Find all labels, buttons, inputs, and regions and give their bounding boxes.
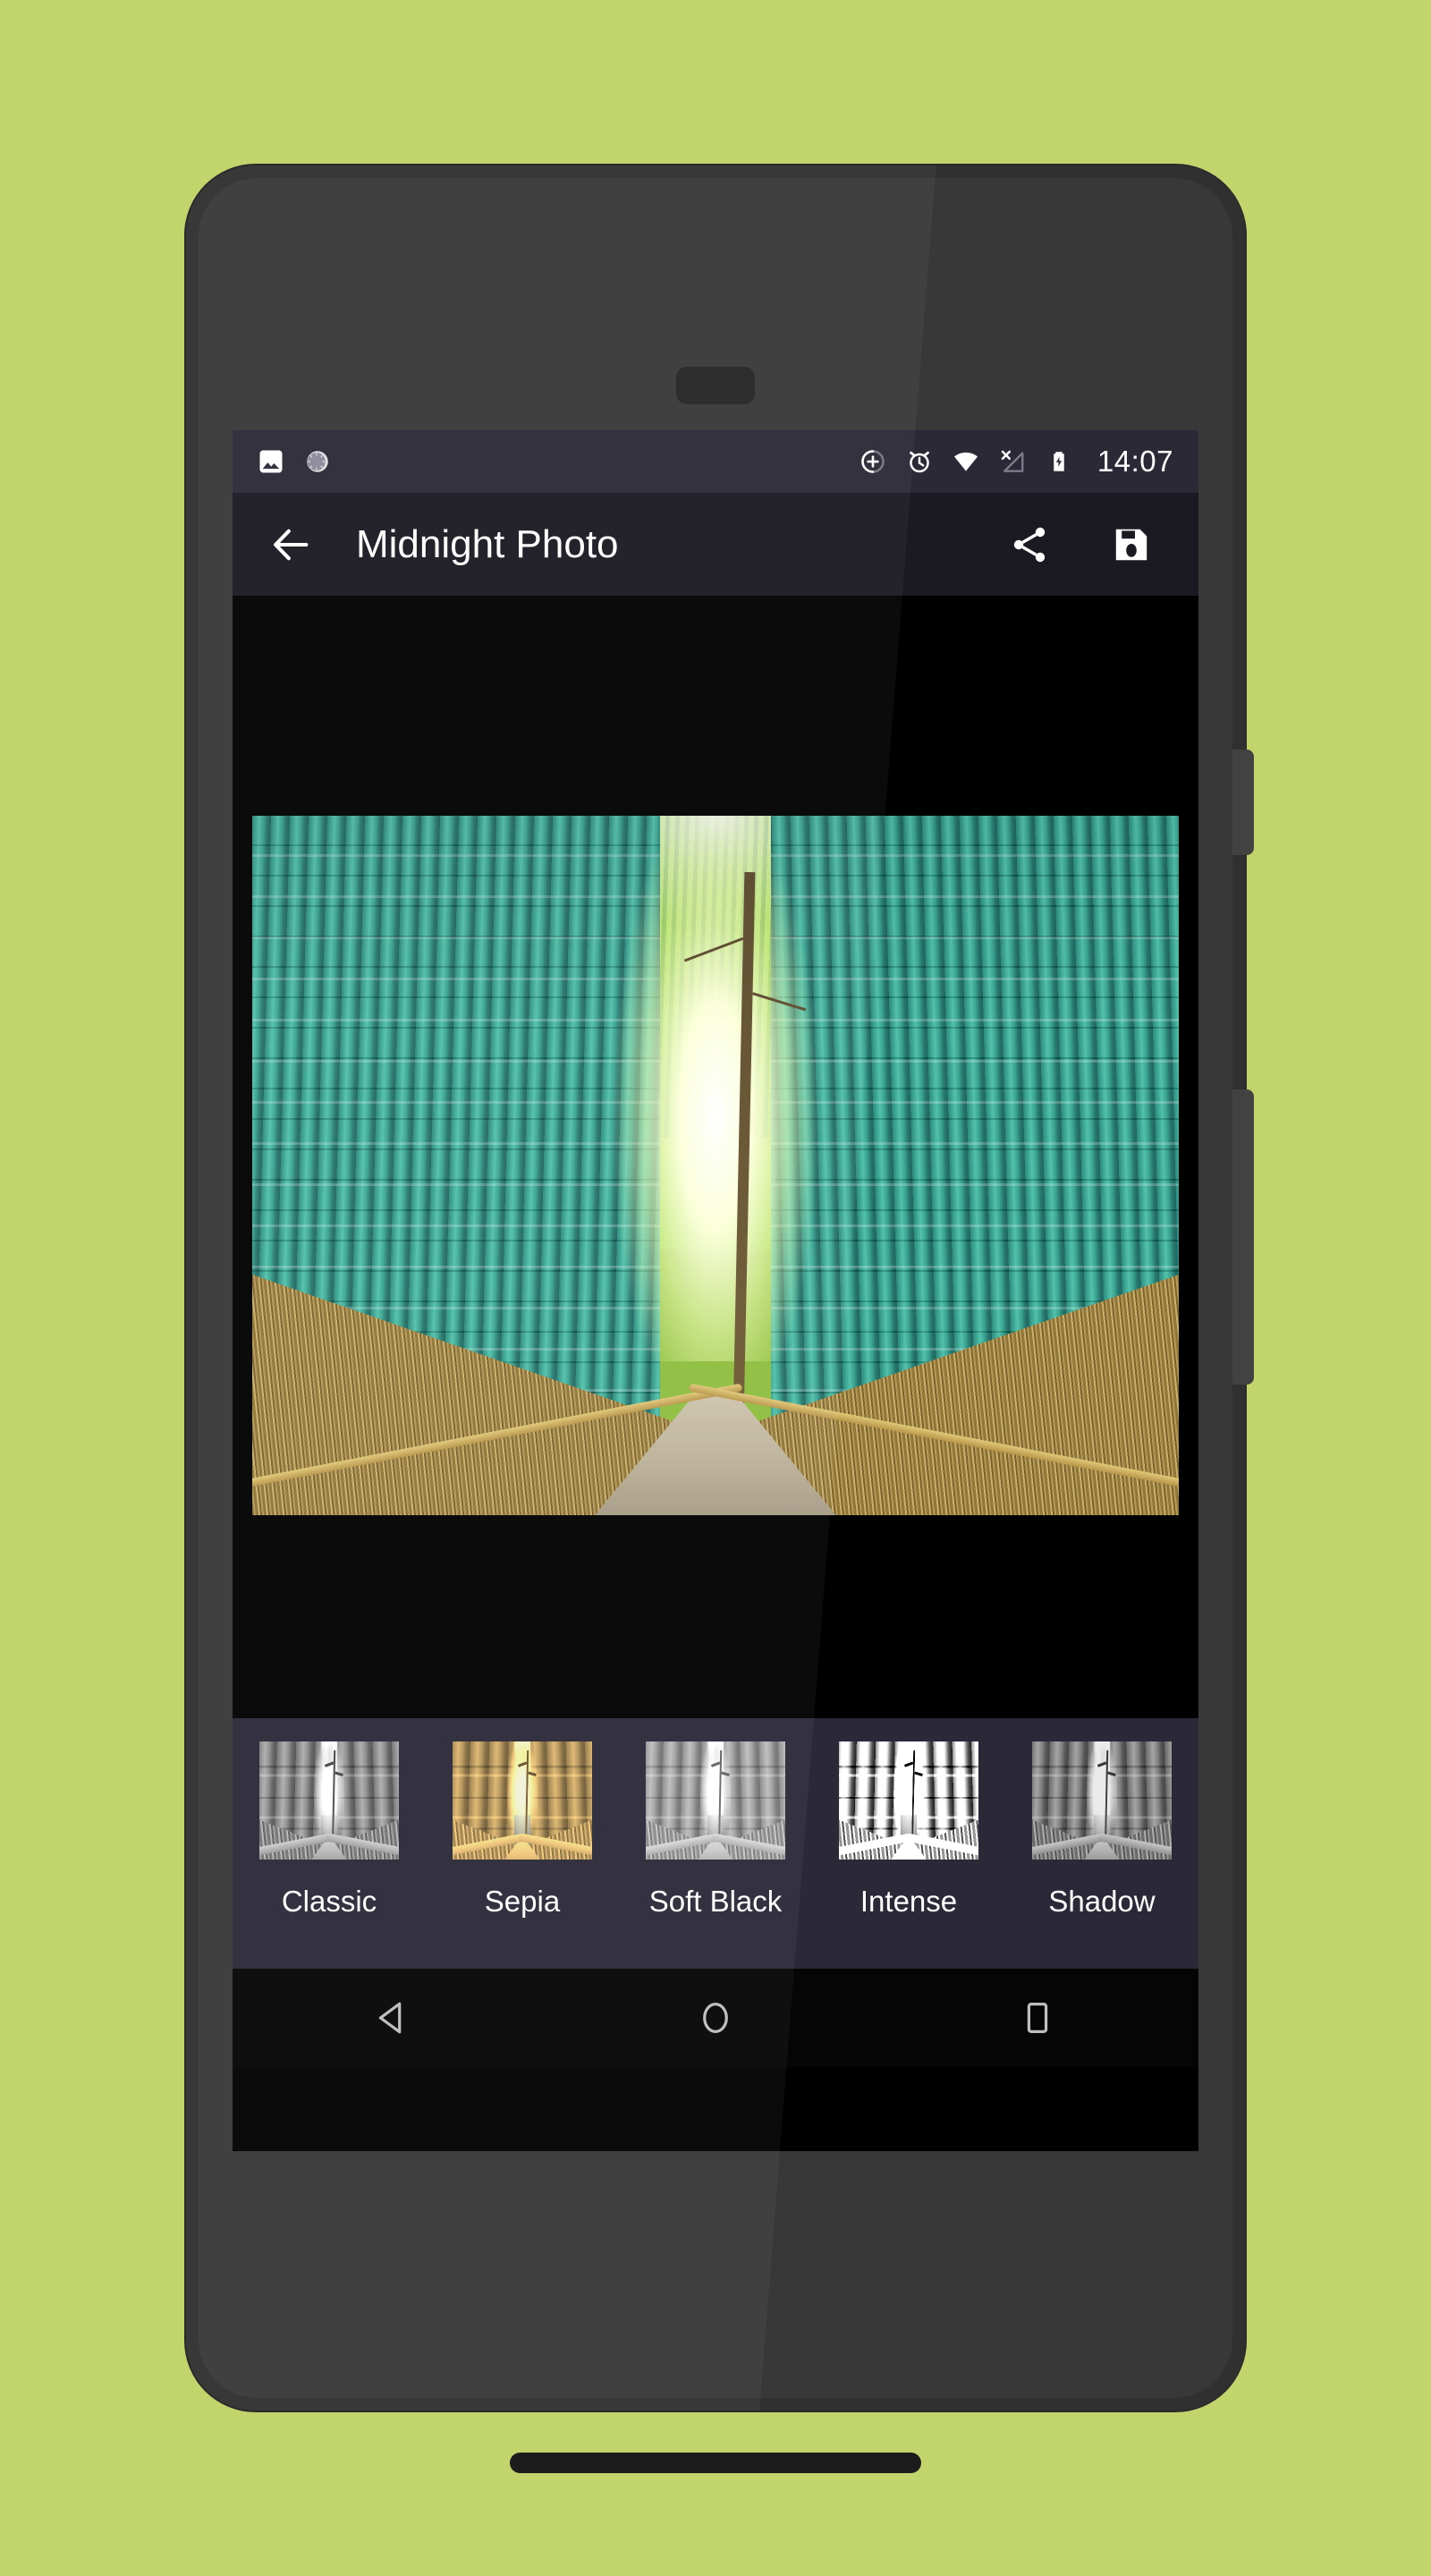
bamboo-forest-illustration [453,1741,592,1860]
add-circle-icon [859,448,886,475]
bamboo-forest-illustration [1032,1741,1172,1860]
filter-item-sepia[interactable]: Sepia [426,1718,619,1919]
app-bar: Midnight Photo [233,493,1198,596]
android-navigation-bar [233,1969,1198,2067]
status-bar: 14:07 [233,430,1198,493]
filter-item-intense[interactable]: Intense [812,1718,1005,1919]
app-bar-actions [1003,519,1168,571]
filter-label: Classic [281,1885,377,1918]
share-icon [1013,527,1046,562]
filter-item-classic[interactable]: Classic [233,1718,426,1919]
filter-label: Sepia [484,1885,561,1918]
filter-label: Shadow [1048,1885,1156,1918]
back-button[interactable] [263,517,318,572]
bottom-speaker [510,2453,921,2473]
share-button[interactable] [1003,519,1055,571]
filter-label: Intense [859,1885,958,1918]
page-title: Midnight Photo [356,521,619,566]
filter-thumbnail[interactable] [259,1741,399,1860]
status-bar-clock: 14:07 [1097,445,1173,478]
save-button[interactable] [1105,519,1157,571]
filter-thumbnail[interactable] [453,1741,592,1860]
triangle-back-icon [378,2002,402,2034]
square-recents-icon [1027,2003,1048,2033]
photo-icon [258,448,284,475]
battery-charging-icon [1046,448,1072,475]
volume-button[interactable] [1232,1089,1254,1385]
filter-thumbnail[interactable] [646,1741,785,1860]
save-floppy-icon [1115,529,1147,560]
photo-preview-canvas[interactable] [233,596,1198,1718]
alarm-clock-icon [906,448,933,475]
status-bar-right-icons: 14:07 [859,445,1173,479]
nav-back-button[interactable] [340,1987,447,2049]
filter-thumbnail[interactable] [839,1741,978,1860]
power-button[interactable] [1232,750,1254,855]
photo-letterbox [252,596,1179,1706]
no-signal-icon [999,448,1026,475]
phone-screen: 14:07 Midnight Photo Classic Sepia Soft … [233,430,1198,2151]
bamboo-forest-illustration [839,1741,978,1860]
status-bar-left-icons [258,448,331,475]
arrow-left-icon [274,529,309,560]
earpiece-notch [676,367,755,404]
filter-item-shadow[interactable]: Shadow [1005,1718,1198,1919]
bamboo-forest-illustration [252,816,1179,1515]
circle-home-icon [703,2003,728,2033]
sync-spinner-icon [304,448,331,475]
bamboo-forest-illustration [646,1741,785,1860]
nav-recents-button[interactable] [984,1987,1091,2049]
photo-image [252,816,1179,1515]
nav-home-button[interactable] [662,1987,769,2049]
filter-strip[interactable]: Classic Sepia Soft Black Intense Shadow [233,1718,1198,1969]
filter-item-soft-black[interactable]: Soft Black [619,1718,812,1919]
filter-thumbnail[interactable] [1032,1741,1172,1860]
filter-label: Soft Black [648,1885,783,1918]
bamboo-forest-illustration [259,1741,399,1860]
wifi-icon [953,448,979,475]
